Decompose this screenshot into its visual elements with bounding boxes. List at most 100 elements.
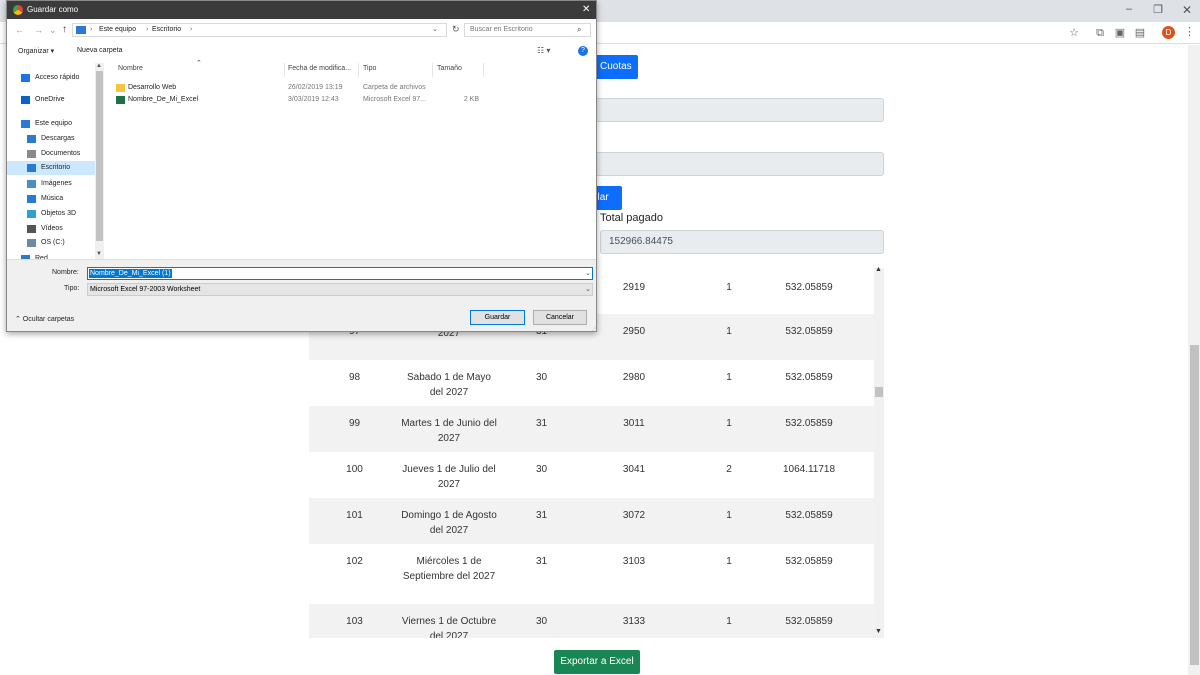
chevron-down-icon[interactable]: ⌄ xyxy=(432,24,438,36)
total-label: Total pagado xyxy=(600,212,663,224)
rate-input[interactable] xyxy=(590,152,884,176)
table-cell-amount: 532.05859 xyxy=(785,418,833,429)
recent-chevron-icon[interactable]: ⌄ xyxy=(49,25,57,36)
back-arrow-icon[interactable]: ← xyxy=(15,25,24,35)
filename-input[interactable]: Nombre_De_Mi_Excel (1) ⌄ xyxy=(87,267,593,280)
scroll-down-icon[interactable]: ▼ xyxy=(96,251,102,257)
nav-item-label: Imágenes xyxy=(41,180,72,187)
page-scrollbar-thumb[interactable] xyxy=(1190,345,1199,665)
table-cell-n: 101 xyxy=(346,510,363,521)
maximize-icon[interactable]: ❐ xyxy=(1151,3,1165,17)
scroll-up-icon[interactable]: ▲ xyxy=(875,266,882,273)
amount-input[interactable] xyxy=(590,98,884,122)
table-cell-date: Domingo 1 de Agosto del 2027 xyxy=(401,510,497,536)
table-scrollbar-thumb[interactable] xyxy=(875,387,883,397)
drive-icon xyxy=(27,239,36,247)
file-name: Nombre_De_Mi_Excel xyxy=(128,96,199,103)
table-cell-d2: 1 xyxy=(726,616,732,627)
nav-item-vídeos[interactable]: Vídeos xyxy=(7,222,95,236)
nav-item-os-c-[interactable]: OS (C:) xyxy=(7,236,95,250)
table-cell-amount: 532.05859 xyxy=(785,616,833,627)
nav-item-escritorio[interactable]: Escritorio xyxy=(7,161,95,175)
column-header-size[interactable]: Tamaño xyxy=(437,65,462,72)
nav-pane-scrollbar-thumb[interactable] xyxy=(96,71,103,241)
nav-item-documentos[interactable]: Documentos xyxy=(7,147,95,161)
up-arrow-icon[interactable]: ↑ xyxy=(62,24,67,35)
table-cell-date: Miércoles 1 de Septiembre del 2027 xyxy=(402,556,496,582)
folder-icon xyxy=(116,84,125,92)
breadcrumb-escritorio[interactable]: Escritorio xyxy=(152,24,181,36)
nav-item-label: Red xyxy=(35,255,48,259)
column-header-type[interactable]: Tipo xyxy=(363,65,376,72)
file-list-item[interactable]: Nombre_De_Mi_Excel 3/03/2019 12:43 Microso… xyxy=(114,94,584,106)
table-cell-date: Sabado 1 de Mayo del 2027 xyxy=(407,372,491,398)
table-cell-n: 102 xyxy=(346,556,363,567)
address-bar[interactable]: › Este equipo › Escritorio › ⌄ xyxy=(72,23,447,37)
forward-arrow-icon[interactable]: → xyxy=(34,25,43,35)
chevron-right-icon: › xyxy=(90,26,93,33)
chevron-down-icon[interactable]: ⌄ xyxy=(585,284,591,295)
table-cell-n: 103 xyxy=(346,616,363,627)
total-input[interactable]: 152966.84475 xyxy=(600,230,884,254)
nav-item-descargas[interactable]: Descargas xyxy=(7,132,95,146)
browser-menu-icon[interactable]: ⋮ xyxy=(1184,25,1195,38)
cuotas-button[interactable]: Cuotas xyxy=(590,55,638,79)
dialog-title-bar: Guardar como ✕ xyxy=(7,1,596,19)
cancel-button[interactable]: Cancelar xyxy=(533,310,587,325)
table-cell-d1: 3133 xyxy=(622,616,646,627)
filetype-select[interactable]: Microsoft Excel 97-2003 Worksheet ⌄ xyxy=(87,283,593,296)
help-icon[interactable]: ? xyxy=(578,46,588,56)
nav-item-este-equipo[interactable]: Este equipo xyxy=(7,117,95,131)
close-icon[interactable]: ✕ xyxy=(582,1,590,19)
chevron-right-icon: › xyxy=(146,26,149,33)
nav-item-música[interactable]: Música xyxy=(7,192,95,206)
extension-icon[interactable]: ⧉ xyxy=(1094,27,1106,39)
table-cell-d2: 1 xyxy=(726,282,732,293)
breadcrumb-este-equipo[interactable]: Este equipo xyxy=(99,24,136,36)
dialog-title: Guardar como xyxy=(27,5,79,14)
table-row: 98 Sabado 1 de Mayo del 2027 30 2980 1 532.05… xyxy=(309,360,874,406)
column-divider[interactable] xyxy=(284,63,285,77)
column-divider[interactable] xyxy=(432,63,433,77)
profile-avatar[interactable]: D xyxy=(1162,26,1175,39)
new-folder-button[interactable]: Nueva carpeta xyxy=(77,47,123,54)
organize-menu[interactable]: Organizar ▾ xyxy=(18,47,54,55)
table-cell-amount: 532.05859 xyxy=(785,372,833,383)
file-date: 26/02/2019 13:19 xyxy=(288,84,343,91)
nav-item-red[interactable]: Red xyxy=(7,252,95,259)
video-icon xyxy=(27,225,36,233)
nav-item-acceso-rápido[interactable]: Acceso rápido xyxy=(7,71,95,85)
table-cell-days: 31 xyxy=(535,418,548,429)
search-input[interactable]: Buscar en Escritorio ⌕ xyxy=(464,23,591,37)
column-header-name[interactable]: Nombre xyxy=(118,65,143,72)
minimize-icon[interactable]: – xyxy=(1122,3,1136,17)
refresh-icon[interactable]: ↻ xyxy=(452,24,460,35)
sort-ascending-icon: ⌃ xyxy=(196,60,202,67)
column-divider[interactable] xyxy=(483,63,484,77)
table-cell-n: 100 xyxy=(346,464,363,475)
hide-folders-toggle[interactable]: ⌃ Ocultar carpetas xyxy=(15,315,74,323)
scroll-up-icon[interactable]: ▲ xyxy=(96,63,102,69)
save-as-dialog: Guardar como ✕ ← → ⌄ ↑ › Este equipo › E… xyxy=(6,0,597,332)
column-header-date[interactable]: Fecha de modifica... xyxy=(288,65,351,72)
table-cell-date: Martes 1 de Junio del 2027 xyxy=(401,418,497,444)
star-icon[interactable]: ☆ xyxy=(1068,27,1080,39)
nav-item-imágenes[interactable]: Imágenes xyxy=(7,177,95,191)
export-excel-button[interactable]: Exportar a Excel xyxy=(554,650,640,674)
nav-item-onedrive[interactable]: OneDrive xyxy=(7,93,95,107)
music-icon xyxy=(27,195,36,203)
nav-item-objetos-3d[interactable]: Objetos 3D xyxy=(7,207,95,221)
view-options-icon[interactable]: ☷ ▾ xyxy=(537,46,550,55)
window-close-icon[interactable]: ✕ xyxy=(1180,3,1194,17)
nav-item-label: Escritorio xyxy=(41,164,71,171)
nav-item-label: Objetos 3D xyxy=(41,210,77,217)
extension-icon[interactable]: ▣ xyxy=(1114,27,1126,39)
file-list-item[interactable]: Desarrollo Web 26/02/2019 13:19 Carpeta de… xyxy=(114,82,584,94)
extension-icon[interactable]: ▤ xyxy=(1134,27,1146,39)
save-button[interactable]: Guardar xyxy=(470,310,525,325)
resize-grip-icon[interactable]: ⋰ xyxy=(592,325,596,331)
column-divider[interactable] xyxy=(358,63,359,77)
chevron-down-icon[interactable]: ⌄ xyxy=(585,268,591,279)
table-scrollbar[interactable] xyxy=(874,268,884,638)
scroll-down-icon[interactable]: ▼ xyxy=(875,628,882,635)
